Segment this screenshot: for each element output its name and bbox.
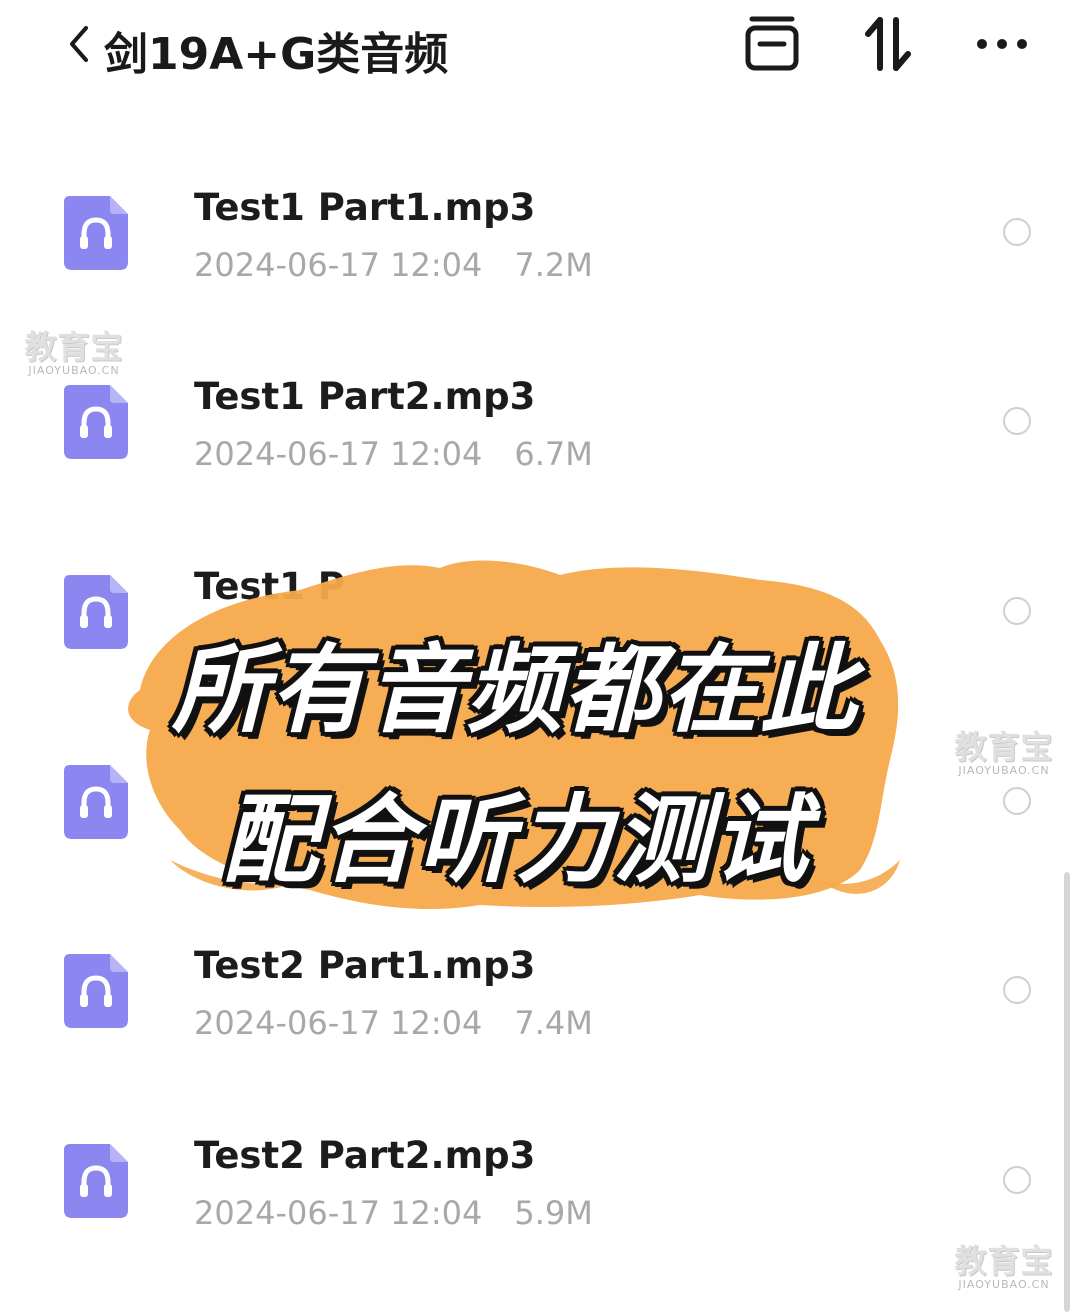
select-icon bbox=[745, 16, 799, 71]
scrollbar[interactable] bbox=[1064, 872, 1070, 1312]
audio-file-icon bbox=[64, 954, 128, 1028]
select-radio[interactable] bbox=[1003, 597, 1031, 625]
file-row[interactable]: Test2 Part2.mp3 2024-06-17 12:04 5.9M bbox=[0, 1106, 1060, 1256]
more-button[interactable] bbox=[972, 14, 1032, 74]
file-row[interactable]: Test1 Part1.mp3 2024-06-17 12:04 7.2M bbox=[0, 158, 1060, 308]
file-size: 7.2M bbox=[514, 246, 593, 284]
file-row[interactable]: Test1 P bbox=[0, 537, 1060, 687]
file-name: Test1 Part2.mp3 bbox=[194, 375, 536, 418]
file-date: 2024-06-17 12:04 bbox=[194, 246, 483, 284]
file-row[interactable]: Test2 Part1.mp3 2024-06-17 12:04 7.4M bbox=[0, 916, 1060, 1066]
file-list-page: 剑19A+G类音频 Test1 Part1.mp3 2024-06-17 12:… bbox=[0, 0, 1080, 1316]
chevron-left-icon bbox=[70, 26, 88, 62]
select-radio[interactable] bbox=[1003, 1166, 1031, 1194]
file-date: 2024-06-17 12:04 bbox=[194, 435, 483, 473]
watermark-logo: 教育宝 JIAOYUBAO.CN bbox=[954, 1242, 1054, 1291]
sort-button[interactable] bbox=[858, 14, 918, 74]
file-meta bbox=[194, 815, 226, 853]
file-meta: 2024-06-17 12:04 6.7M bbox=[194, 435, 593, 473]
file-meta: 2024-06-17 12:04 7.2M bbox=[194, 246, 593, 284]
audio-file-icon bbox=[64, 196, 128, 270]
file-meta: 2024-06-17 12:04 7.4M bbox=[194, 1004, 593, 1042]
audio-file-icon bbox=[64, 385, 128, 459]
headphones-icon bbox=[64, 765, 128, 839]
select-radio[interactable] bbox=[1003, 407, 1031, 435]
select-button[interactable] bbox=[742, 14, 802, 74]
more-icon bbox=[977, 39, 1027, 49]
top-bar: 剑19A+G类音频 bbox=[0, 0, 1080, 100]
headphones-icon bbox=[64, 575, 128, 649]
headphones-icon bbox=[64, 385, 128, 459]
file-name: Test2 Part2.mp3 bbox=[194, 1134, 536, 1177]
file-date: 2024-06-17 12:04 bbox=[194, 1194, 483, 1232]
page-title: 剑19A+G类音频 bbox=[104, 29, 449, 80]
watermark-logo: 教育宝 JIAOYUBAO.CN bbox=[24, 328, 124, 377]
file-row[interactable]: Test1 Part2.mp3 2024-06-17 12:04 6.7M bbox=[0, 347, 1060, 497]
file-row[interactable] bbox=[0, 727, 1060, 877]
file-size: 7.4M bbox=[514, 1004, 593, 1042]
watermark-logo: 教育宝 JIAOYUBAO.CN bbox=[954, 728, 1054, 777]
audio-file-icon bbox=[64, 1144, 128, 1218]
select-radio[interactable] bbox=[1003, 218, 1031, 246]
back-button[interactable] bbox=[62, 20, 96, 68]
headphones-icon bbox=[64, 1144, 128, 1218]
file-name: Test1 Part1.mp3 bbox=[194, 186, 536, 229]
sort-icon bbox=[865, 17, 911, 71]
audio-file-icon bbox=[64, 575, 128, 649]
select-radio[interactable] bbox=[1003, 787, 1031, 815]
headphones-icon bbox=[64, 196, 128, 270]
file-date: 2024-06-17 12:04 bbox=[194, 1004, 483, 1042]
file-meta: 2024-06-17 12:04 5.9M bbox=[194, 1194, 593, 1232]
file-name: Test1 P bbox=[194, 565, 345, 608]
headphones-icon bbox=[64, 954, 128, 1028]
select-radio[interactable] bbox=[1003, 976, 1031, 1004]
file-name: Test2 Part1.mp3 bbox=[194, 944, 536, 987]
audio-file-icon bbox=[64, 765, 128, 839]
file-size: 5.9M bbox=[514, 1194, 593, 1232]
file-meta bbox=[194, 625, 226, 663]
file-size: 6.7M bbox=[514, 435, 593, 473]
